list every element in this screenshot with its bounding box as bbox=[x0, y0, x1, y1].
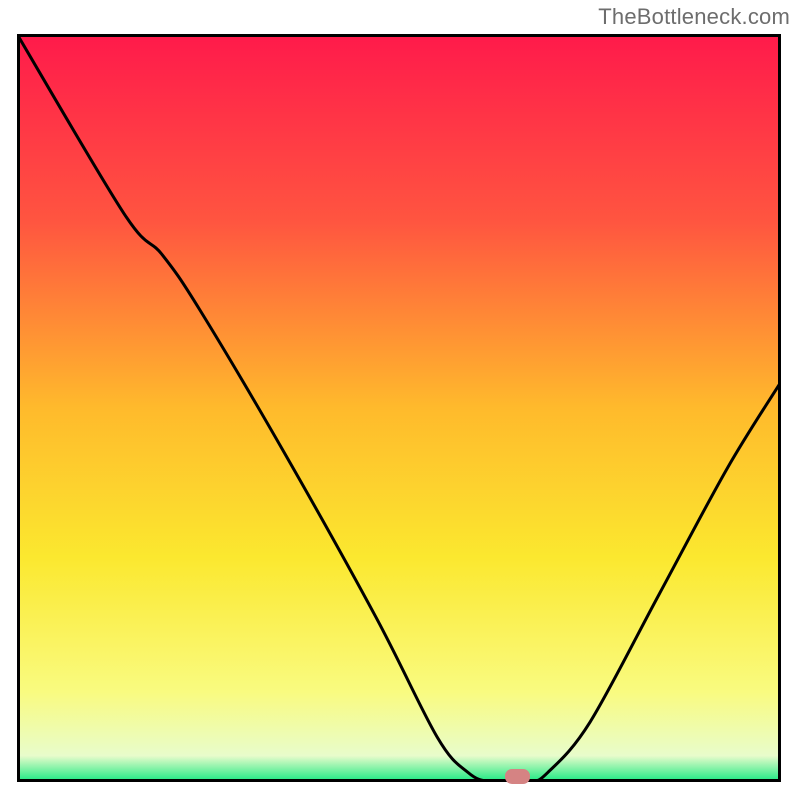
chart-svg bbox=[17, 34, 781, 782]
bottleneck-chart bbox=[17, 34, 781, 782]
chart-background bbox=[17, 34, 781, 782]
attribution-text: TheBottleneck.com bbox=[598, 4, 790, 30]
optimal-point-marker bbox=[505, 769, 530, 784]
